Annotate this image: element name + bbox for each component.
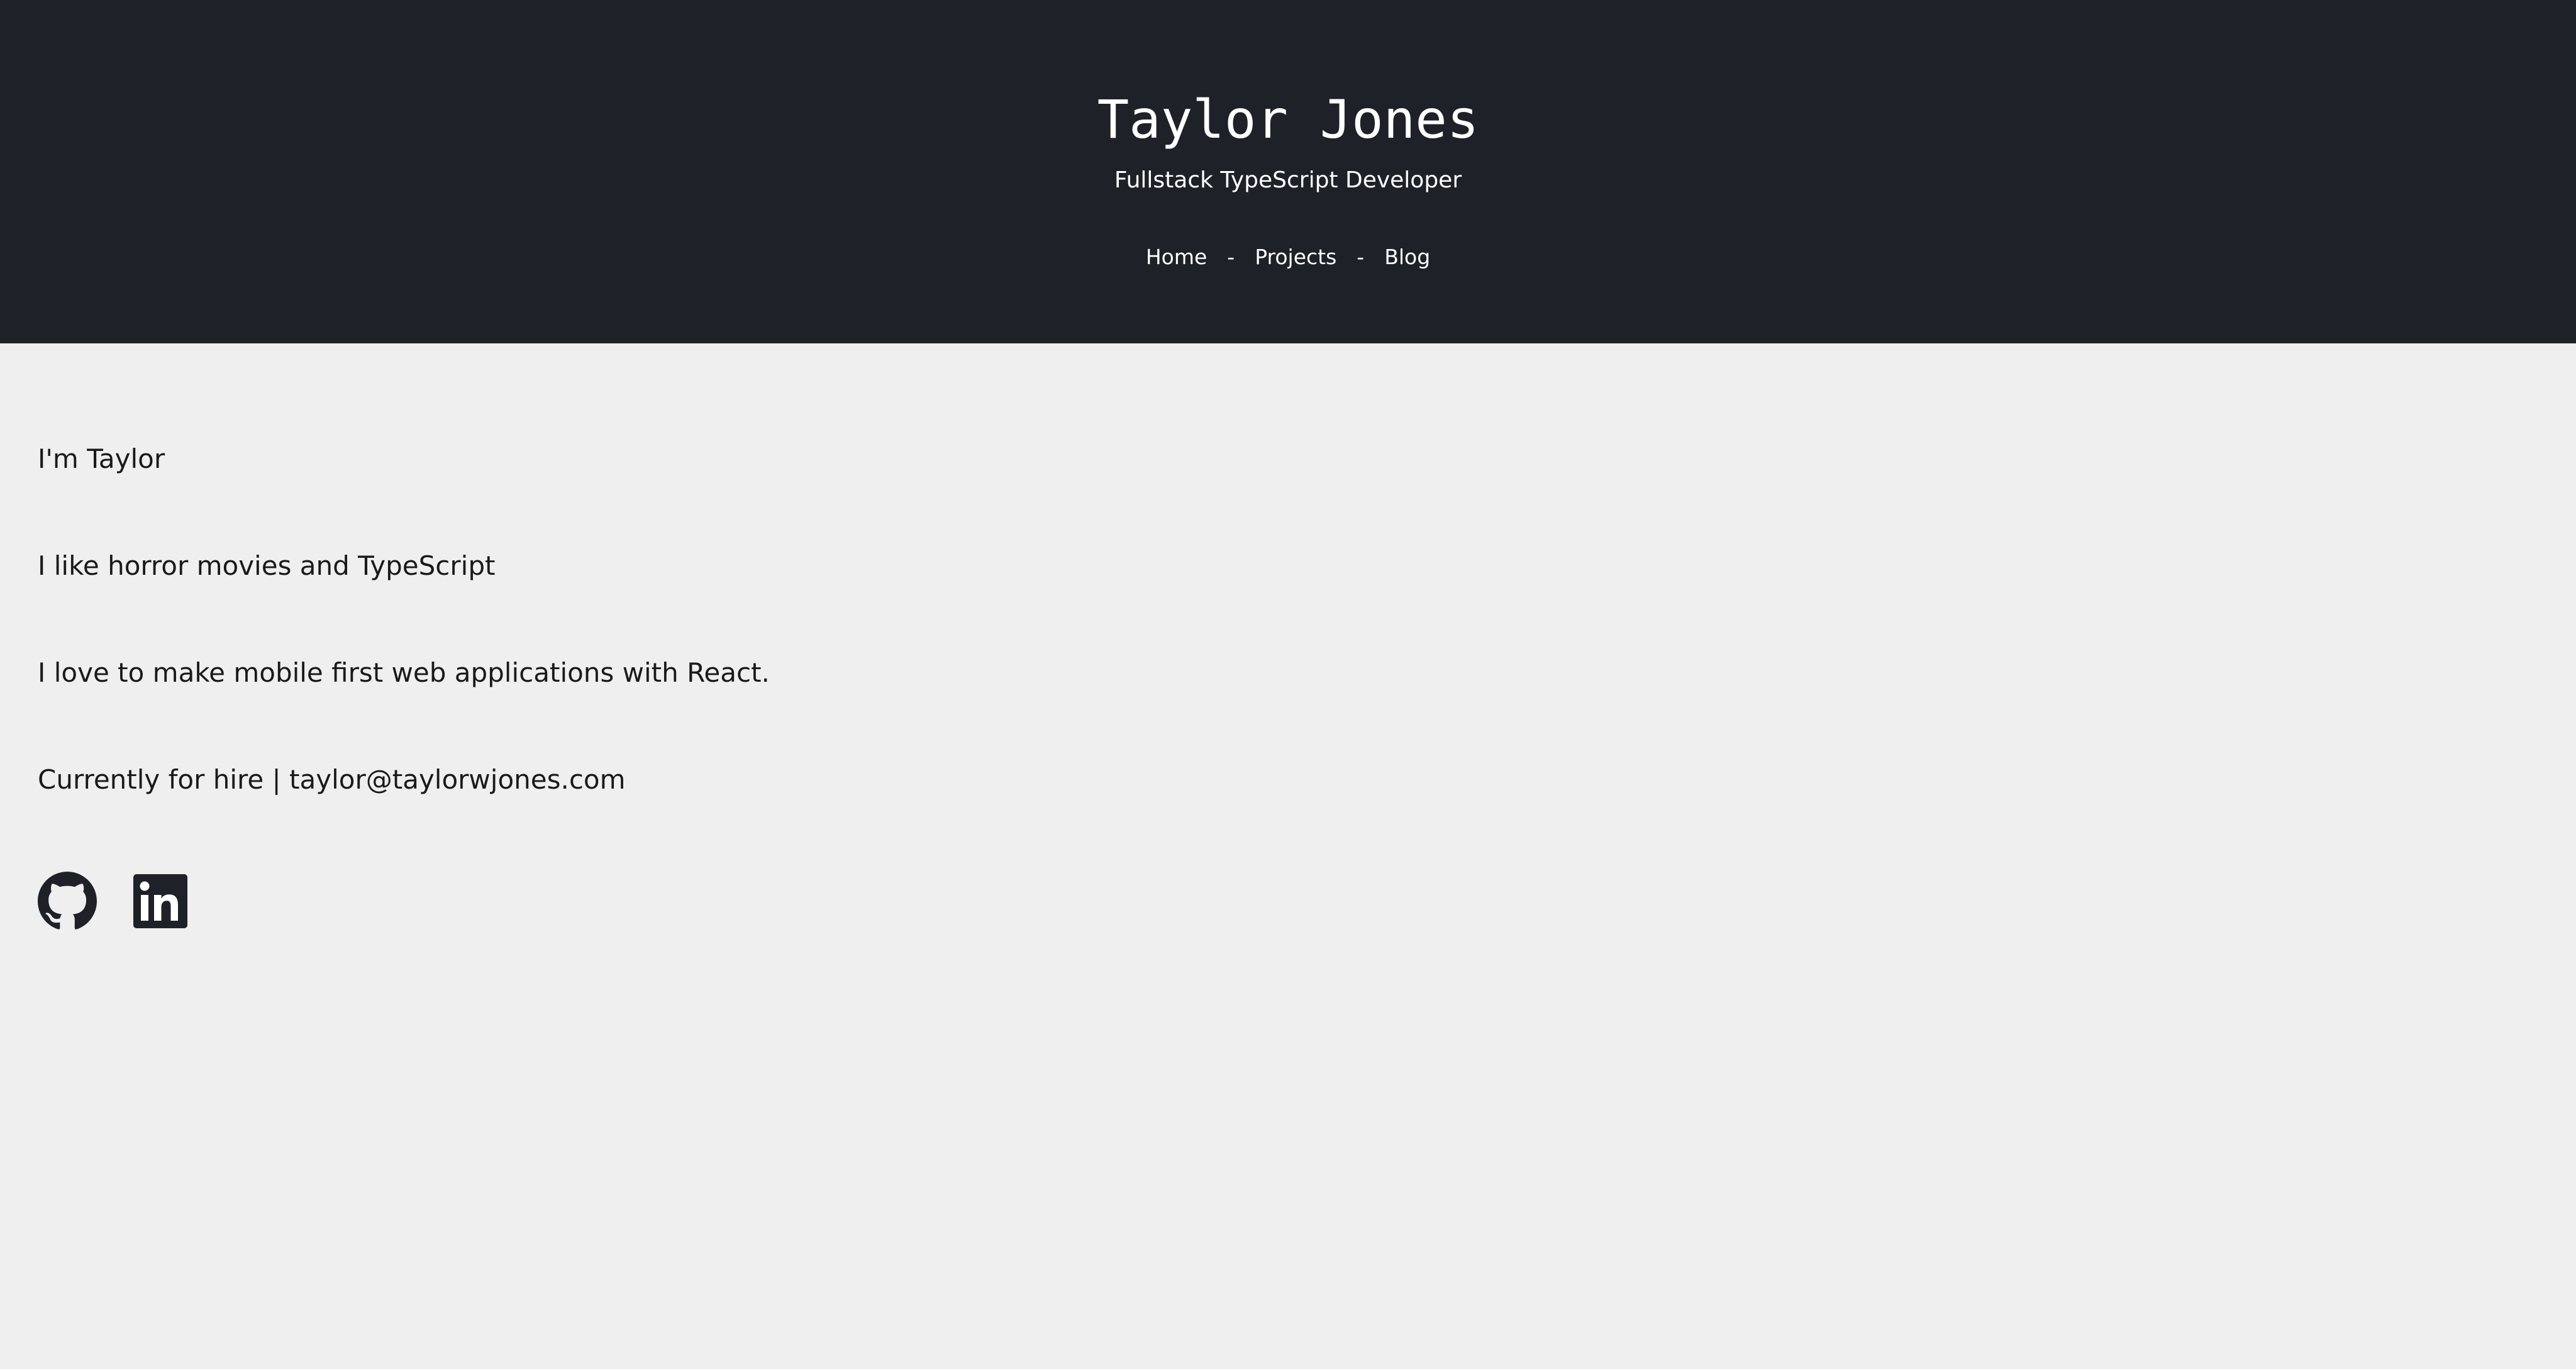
nav-separator: - — [1227, 245, 1235, 269]
linkedin-icon — [133, 874, 187, 928]
social-links — [38, 872, 187, 933]
nav-link-projects[interactable]: Projects — [1255, 241, 1336, 273]
nav-link-blog[interactable]: Blog — [1384, 241, 1430, 273]
github-icon — [38, 872, 97, 930]
nav-separator: - — [1357, 245, 1365, 269]
nav-link-home[interactable]: Home — [1146, 241, 1207, 273]
passion-text: I love to make mobile first web applicat… — [38, 657, 770, 688]
site-subtitle: Fullstack TypeScript Developer — [1114, 167, 1462, 193]
site-title: Taylor Jones — [1097, 89, 1479, 150]
github-link[interactable] — [38, 872, 97, 933]
linkedin-link[interactable] — [133, 874, 187, 931]
interests-text: I like horror movies and TypeScript — [38, 550, 496, 581]
main-nav: Home - Projects - Blog — [0, 241, 2576, 273]
intro-text: I'm Taylor — [38, 443, 165, 474]
site-header: Taylor Jones Fullstack TypeScript Develo… — [0, 0, 2576, 343]
hire-text: Currently for hire | taylor@taylorwjones… — [38, 764, 626, 795]
